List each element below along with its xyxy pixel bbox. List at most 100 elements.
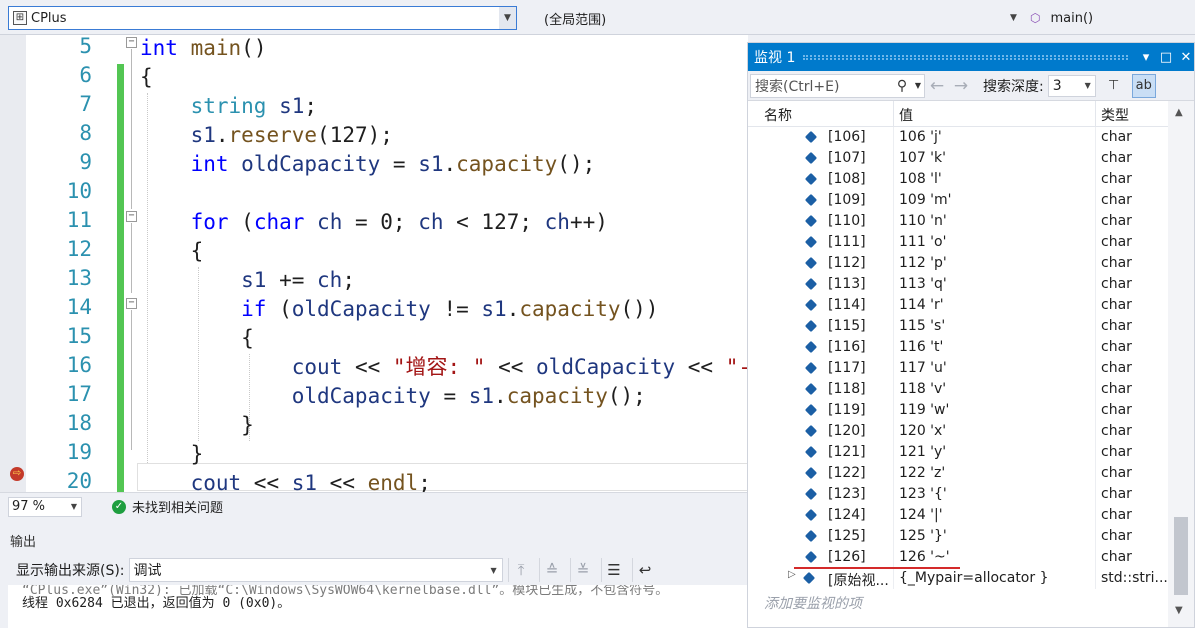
scroll-down-icon[interactable]: ▼ bbox=[1175, 605, 1183, 616]
watch-value[interactable]: 107 'k' bbox=[899, 150, 1095, 166]
watch-row[interactable]: [119] 119 'w' char bbox=[748, 400, 1168, 421]
watch-row[interactable]: [118] 118 'v' char bbox=[748, 379, 1168, 400]
watch-value[interactable]: 106 'j' bbox=[899, 129, 1095, 145]
watch-row[interactable]: [117] 117 'u' char bbox=[748, 358, 1168, 379]
watch-value[interactable]: 123 '{' bbox=[899, 486, 1095, 502]
project-dropdown[interactable]: ⊞ CPlus ▼ bbox=[8, 6, 517, 30]
watch-row[interactable]: [107] 107 'k' char bbox=[748, 148, 1168, 169]
member-dropdown[interactable]: ⬡ main() bbox=[1026, 6, 1192, 30]
watch-title-bar[interactable]: 监视 1 ▾ □ ✕ bbox=[748, 43, 1194, 71]
code-line[interactable]: s1.reserve(127); bbox=[140, 121, 393, 150]
code-editor[interactable]: ⇨ 5 6 7 8 9 10 11 12 13 14 15 16 17 18 19 20 − − − int … bbox=[0, 35, 748, 492]
column-separator[interactable] bbox=[893, 101, 894, 127]
code-line[interactable]: oldCapacity = s1.capacity(); bbox=[140, 382, 646, 411]
search-previous-icon[interactable]: ← bbox=[925, 76, 949, 96]
next-message-icon[interactable]: ≚ bbox=[569, 558, 596, 582]
watch-value[interactable]: 124 '|' bbox=[899, 507, 1095, 523]
watch-value[interactable]: 121 'y' bbox=[899, 444, 1095, 460]
code-line[interactable]: int main() bbox=[140, 35, 266, 63]
collapse-icon[interactable]: − bbox=[126, 211, 137, 222]
hex-display-icon[interactable]: ab bbox=[1131, 73, 1156, 98]
code-line[interactable]: { bbox=[140, 63, 153, 92]
drag-grip[interactable] bbox=[803, 54, 1128, 60]
column-value[interactable]: 值 bbox=[899, 105, 913, 125]
column-separator[interactable] bbox=[1095, 101, 1096, 127]
watch-value[interactable]: 115 's' bbox=[899, 318, 1095, 334]
code-line[interactable]: { bbox=[140, 237, 204, 266]
watch-row[interactable]: [126] 126 '~' char bbox=[748, 547, 1168, 568]
watch-value[interactable]: 119 'w' bbox=[899, 402, 1095, 418]
code-line[interactable]: if (oldCapacity != s1.capacity()) bbox=[140, 295, 658, 324]
collapse-icon[interactable]: − bbox=[126, 37, 137, 48]
window-menu-icon[interactable]: ▾ bbox=[1136, 50, 1156, 65]
watch-row-raw-view[interactable]: ▷ [原始视... {_Mypair=allocator } std::stri... bbox=[748, 568, 1168, 589]
watch-value[interactable]: 108 'l' bbox=[899, 171, 1095, 187]
watch-value[interactable]: 113 'q' bbox=[899, 276, 1095, 292]
chevron-down-icon[interactable]: ▼ bbox=[67, 502, 81, 511]
previous-message-icon[interactable]: ≙ bbox=[538, 558, 565, 582]
code-line[interactable]: cout << "增容: " << oldCapacity << "- bbox=[140, 353, 748, 382]
watch-value[interactable]: 122 'z' bbox=[899, 465, 1095, 481]
scroll-up-icon[interactable]: ▲ bbox=[1175, 107, 1183, 118]
chevron-down-icon[interactable]: ▼ bbox=[1081, 81, 1095, 90]
close-icon[interactable]: ✕ bbox=[1176, 50, 1194, 65]
watch-row[interactable]: [125] 125 '}' char bbox=[748, 526, 1168, 547]
watch-row[interactable]: [113] 113 'q' char bbox=[748, 274, 1168, 295]
watch-row[interactable]: [115] 115 's' char bbox=[748, 316, 1168, 337]
column-name[interactable]: 名称 bbox=[764, 105, 792, 125]
code-line[interactable]: s1 += ch; bbox=[140, 266, 355, 295]
code-line[interactable]: { bbox=[140, 324, 254, 353]
collapse-icon[interactable]: − bbox=[126, 298, 137, 309]
watch-row[interactable]: [111] 111 'o' char bbox=[748, 232, 1168, 253]
code-line[interactable]: string s1; bbox=[140, 92, 317, 121]
code-line[interactable]: for (char ch = 0; ch < 127; ch++) bbox=[140, 208, 608, 237]
watch-search-input[interactable]: 搜索(Ctrl+E) bbox=[751, 76, 892, 96]
watch-value[interactable]: 125 '}' bbox=[899, 528, 1095, 544]
pin-icon[interactable]: ⊤ bbox=[1102, 74, 1126, 98]
code-line[interactable]: } bbox=[140, 411, 254, 440]
watch-value[interactable]: 116 't' bbox=[899, 339, 1095, 355]
watch-value[interactable]: 110 'n' bbox=[899, 213, 1095, 229]
glyph-margin[interactable] bbox=[0, 35, 26, 492]
code-line[interactable]: } bbox=[140, 440, 204, 469]
word-wrap-icon[interactable]: ↩ bbox=[631, 558, 658, 582]
watch-row[interactable]: [109] 109 'm' char bbox=[748, 190, 1168, 211]
clear-all-icon[interactable]: ☰ bbox=[600, 558, 627, 582]
expand-icon[interactable]: ▷ bbox=[788, 569, 796, 580]
watch-value[interactable]: 111 'o' bbox=[899, 234, 1095, 250]
scrollbar-thumb[interactable] bbox=[1174, 517, 1188, 595]
watch-value[interactable]: 120 'x' bbox=[899, 423, 1095, 439]
watch-row[interactable]: [124] 124 '|' char bbox=[748, 505, 1168, 526]
chevron-down-icon[interactable]: ▼ bbox=[912, 81, 924, 90]
issues-status[interactable]: 未找到相关问题 bbox=[132, 497, 223, 516]
watch-row[interactable]: [108] 108 'l' char bbox=[748, 169, 1168, 190]
watch-value[interactable]: 118 'v' bbox=[899, 381, 1095, 397]
chevron-down-icon[interactable]: ▼ bbox=[486, 566, 502, 575]
watch-value[interactable]: 117 'u' bbox=[899, 360, 1095, 376]
maximize-icon[interactable]: □ bbox=[1156, 50, 1176, 65]
watch-search-box[interactable]: 搜索(Ctrl+E) ⚲ ▼ bbox=[750, 73, 925, 98]
find-message-icon[interactable]: ⤒ bbox=[507, 558, 534, 582]
zoom-dropdown[interactable]: 97 % ▼ bbox=[8, 496, 82, 517]
watch-value[interactable]: 109 'm' bbox=[899, 192, 1095, 208]
watch-row[interactable]: [120] 120 'x' char bbox=[748, 421, 1168, 442]
watch-row[interactable]: [121] 121 'y' char bbox=[748, 442, 1168, 463]
watch-row[interactable]: [122] 122 'z' char bbox=[748, 463, 1168, 484]
search-next-icon[interactable]: → bbox=[949, 76, 973, 96]
column-type[interactable]: 类型 bbox=[1101, 105, 1129, 125]
output-source-dropdown[interactable]: 调试 ▼ bbox=[128, 558, 503, 582]
chevron-down-icon[interactable]: ▼ bbox=[1005, 7, 1022, 29]
watch-row[interactable]: [123] 123 '{' char bbox=[748, 484, 1168, 505]
chevron-down-icon[interactable]: ▼ bbox=[499, 7, 516, 29]
search-icon[interactable]: ⚲ bbox=[892, 78, 912, 94]
watch-row[interactable]: [112] 112 'p' char bbox=[748, 253, 1168, 274]
watch-row[interactable]: [110] 110 'n' char bbox=[748, 211, 1168, 232]
vertical-scrollbar[interactable]: ▲ ▼ bbox=[1168, 101, 1194, 627]
watch-value[interactable]: 112 'p' bbox=[899, 255, 1095, 271]
code-line[interactable]: cout << s1 << endl; bbox=[140, 469, 431, 492]
add-watch-item[interactable]: 添加要监视的项 bbox=[764, 593, 862, 613]
scope-dropdown[interactable]: (全局范围) ▼ bbox=[520, 6, 1022, 30]
watch-row[interactable]: [114] 114 'r' char bbox=[748, 295, 1168, 316]
watch-value[interactable]: 114 'r' bbox=[899, 297, 1095, 313]
search-depth-dropdown[interactable]: 3 ▼ bbox=[1047, 74, 1096, 97]
